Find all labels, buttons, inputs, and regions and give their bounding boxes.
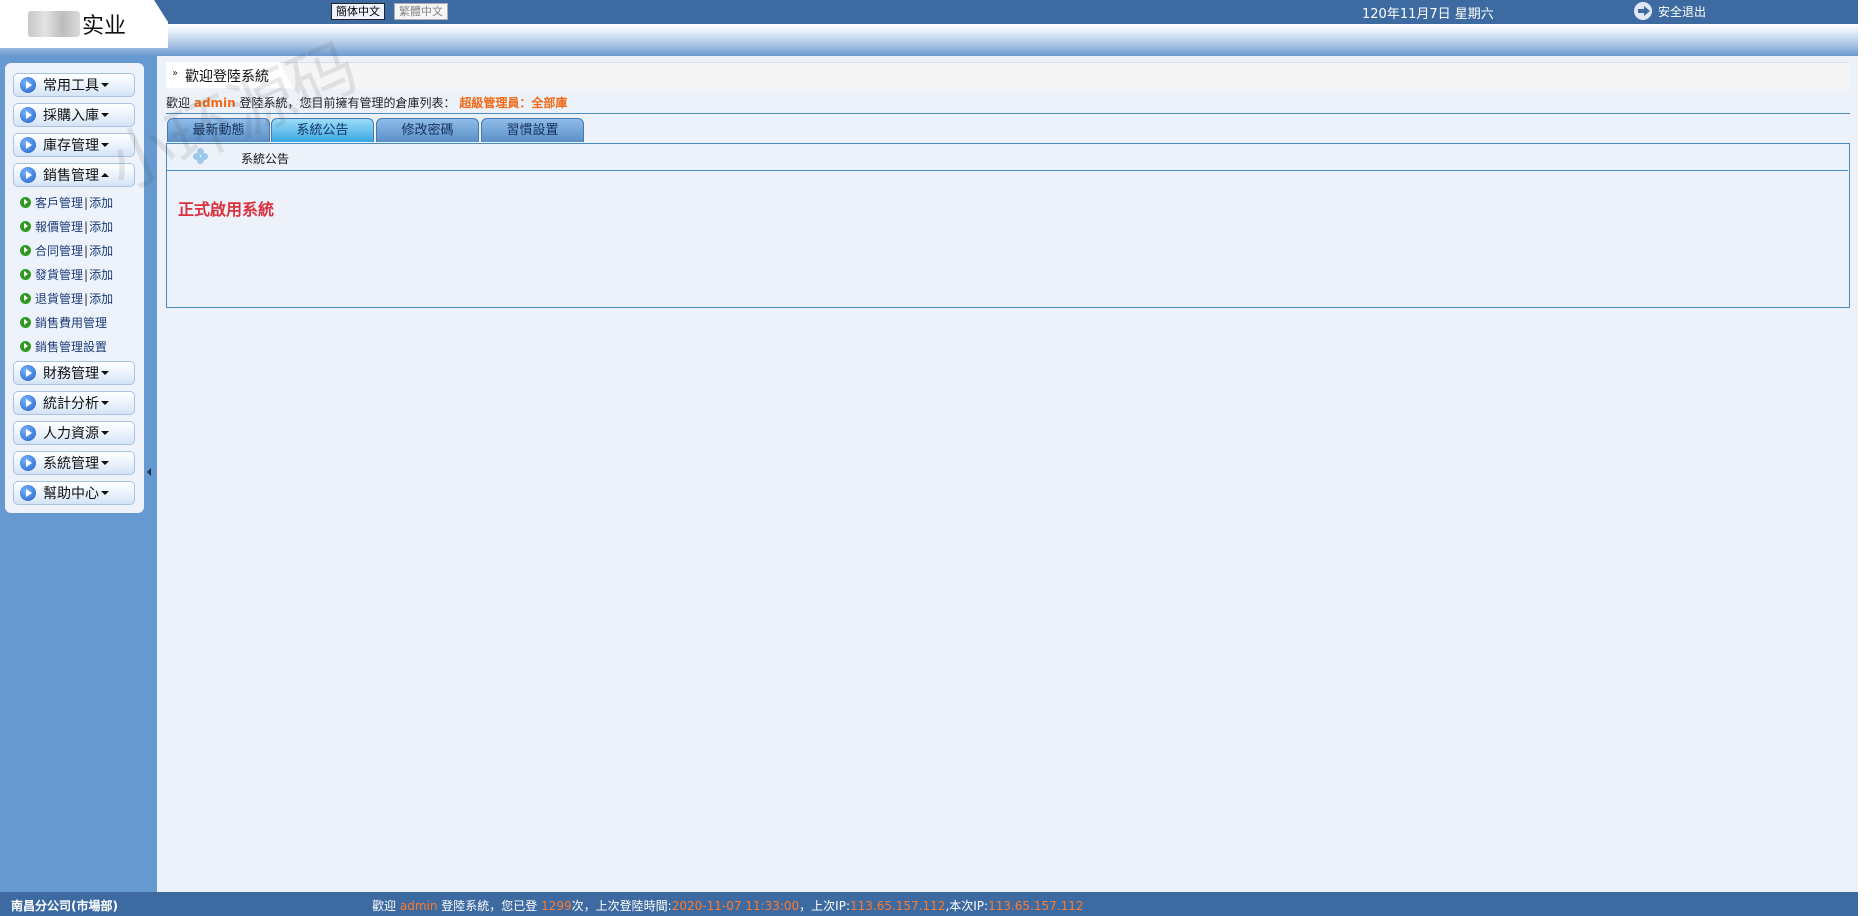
green-arrow-icon [20, 269, 31, 280]
green-arrow-icon [20, 197, 31, 208]
sub-item-returns: 退貨管理 | 添加 [20, 290, 113, 307]
play-icon [20, 137, 36, 153]
sub-item-quotes: 報價管理 | 添加 [20, 218, 113, 235]
contracts-link[interactable]: 合同管理 [35, 242, 83, 259]
caret-down-icon [101, 491, 109, 495]
footer-welcome-prefix: 歡迎 [372, 899, 397, 913]
footer-count-suffix: 次，上次登陸時間: [571, 899, 672, 913]
footer-login-text: 登陸系統，您已登 [441, 899, 538, 913]
arrow-right-icon [1634, 2, 1652, 20]
shipments-add-link[interactable]: 添加 [89, 266, 113, 283]
sub-item-shipments: 發貨管理 | 添加 [20, 266, 113, 283]
menu-system[interactable]: 系統管理 [13, 451, 135, 475]
play-icon [20, 77, 36, 93]
separator: | [84, 291, 89, 306]
menu-label: 幫助中心 [43, 486, 99, 502]
last-login-time: 2020-11-07 11:33:00 [671, 899, 800, 913]
separator: | [84, 267, 89, 282]
footer-user: admin [399, 899, 438, 913]
play-icon [20, 365, 36, 381]
sub-item-sales-expenses: 銷售費用管理 [20, 314, 107, 331]
play-icon [20, 455, 36, 471]
notice-panel [166, 143, 1850, 308]
caret-down-icon [101, 431, 109, 435]
play-icon [20, 425, 36, 441]
last-ip-label: ，上次IP: [799, 899, 850, 913]
menu-label: 人力資源 [43, 426, 99, 442]
menu-label: 系統管理 [43, 456, 99, 472]
customers-add-link[interactable]: 添加 [89, 194, 113, 211]
tab-preferences[interactable]: 習慣設置 [481, 118, 584, 142]
sub-item-contracts: 合同管理 | 添加 [20, 242, 113, 259]
returns-link[interactable]: 退貨管理 [35, 290, 83, 307]
tab-change-password[interactable]: 修改密碼 [376, 118, 479, 142]
welcome-role: 超級管理員：全部庫 [459, 96, 568, 110]
menu-help[interactable]: 幫助中心 [13, 481, 135, 505]
separator: | [84, 219, 89, 234]
current-ip: 113.65.157.112 [988, 899, 1084, 913]
play-icon [20, 107, 36, 123]
login-info: 歡迎 admin 登陸系統，您已登 1299次，上次登陸時間:2020-11-0… [372, 897, 1084, 914]
caret-up-icon [101, 173, 109, 177]
caret-down-icon [101, 401, 109, 405]
menu-label: 財務管理 [43, 366, 99, 382]
green-arrow-icon [20, 341, 31, 352]
customers-link[interactable]: 客戶管理 [35, 194, 83, 211]
green-arrow-icon [20, 245, 31, 256]
logo-area: 实业 [0, 0, 168, 48]
notice-text: 正式啟用系統 [178, 200, 275, 219]
lang-simplified-button[interactable]: 簡体中文 [331, 3, 385, 20]
caret-down-icon [101, 83, 109, 87]
sub-item-customers: 客戶管理 | 添加 [20, 194, 113, 211]
green-arrow-icon [20, 221, 31, 232]
sub-item-sales-settings: 銷售管理設置 [20, 338, 107, 355]
logout-label: 安全退出 [1658, 4, 1707, 19]
login-count: 1299 [541, 899, 572, 913]
sales-expenses-link[interactable]: 銷售費用管理 [35, 314, 107, 331]
double-chevron-icon: » [172, 68, 179, 79]
current-date: 120年11月7日 星期六 [1362, 7, 1494, 22]
sales-settings-link[interactable]: 銷售管理設置 [35, 338, 107, 355]
play-icon [20, 395, 36, 411]
divider [166, 113, 1850, 114]
divider [166, 170, 1848, 171]
sidebar-collapse-handle[interactable] [147, 468, 151, 476]
green-arrow-icon [20, 293, 31, 304]
logout-button[interactable]: 安全退出 [1634, 1, 1706, 21]
green-arrow-icon [20, 317, 31, 328]
separator: | [84, 243, 89, 258]
shipments-link[interactable]: 發貨管理 [35, 266, 83, 283]
status-bar: 南昌分公司(市場部) 歡迎 admin 登陸系統，您已登 1299次，上次登陸時… [0, 892, 1858, 916]
contracts-add-link[interactable]: 添加 [89, 242, 113, 259]
last-ip: 113.65.157.112 [850, 899, 946, 913]
menu-hr[interactable]: 人力資源 [13, 421, 135, 445]
menu-finance[interactable]: 財務管理 [13, 361, 135, 385]
quotes-link[interactable]: 報價管理 [35, 218, 83, 235]
caret-down-icon [101, 371, 109, 375]
play-icon [20, 167, 36, 183]
menu-label: 常用工具 [43, 78, 99, 94]
title-bar [166, 62, 1850, 89]
caret-down-icon [101, 461, 109, 465]
menu-label: 統計分析 [43, 396, 99, 412]
lang-traditional-button[interactable]: 繁體中文 [394, 3, 448, 20]
header-top-bar [0, 0, 1858, 24]
organization-name: 南昌分公司(市場部) [11, 899, 118, 913]
menu-common-tools[interactable]: 常用工具 [13, 73, 135, 97]
menu-label: 庫存管理 [43, 138, 99, 154]
quotes-add-link[interactable]: 添加 [89, 218, 113, 235]
play-icon [20, 485, 36, 501]
separator: | [84, 195, 89, 210]
logo-blurred-mark [28, 11, 80, 37]
menu-statistics[interactable]: 統計分析 [13, 391, 135, 415]
menu-label: 銷售管理 [43, 168, 99, 184]
current-ip-label: ,本次IP: [945, 899, 989, 913]
logo-text: 实业 [82, 14, 127, 39]
returns-add-link[interactable]: 添加 [89, 290, 113, 307]
